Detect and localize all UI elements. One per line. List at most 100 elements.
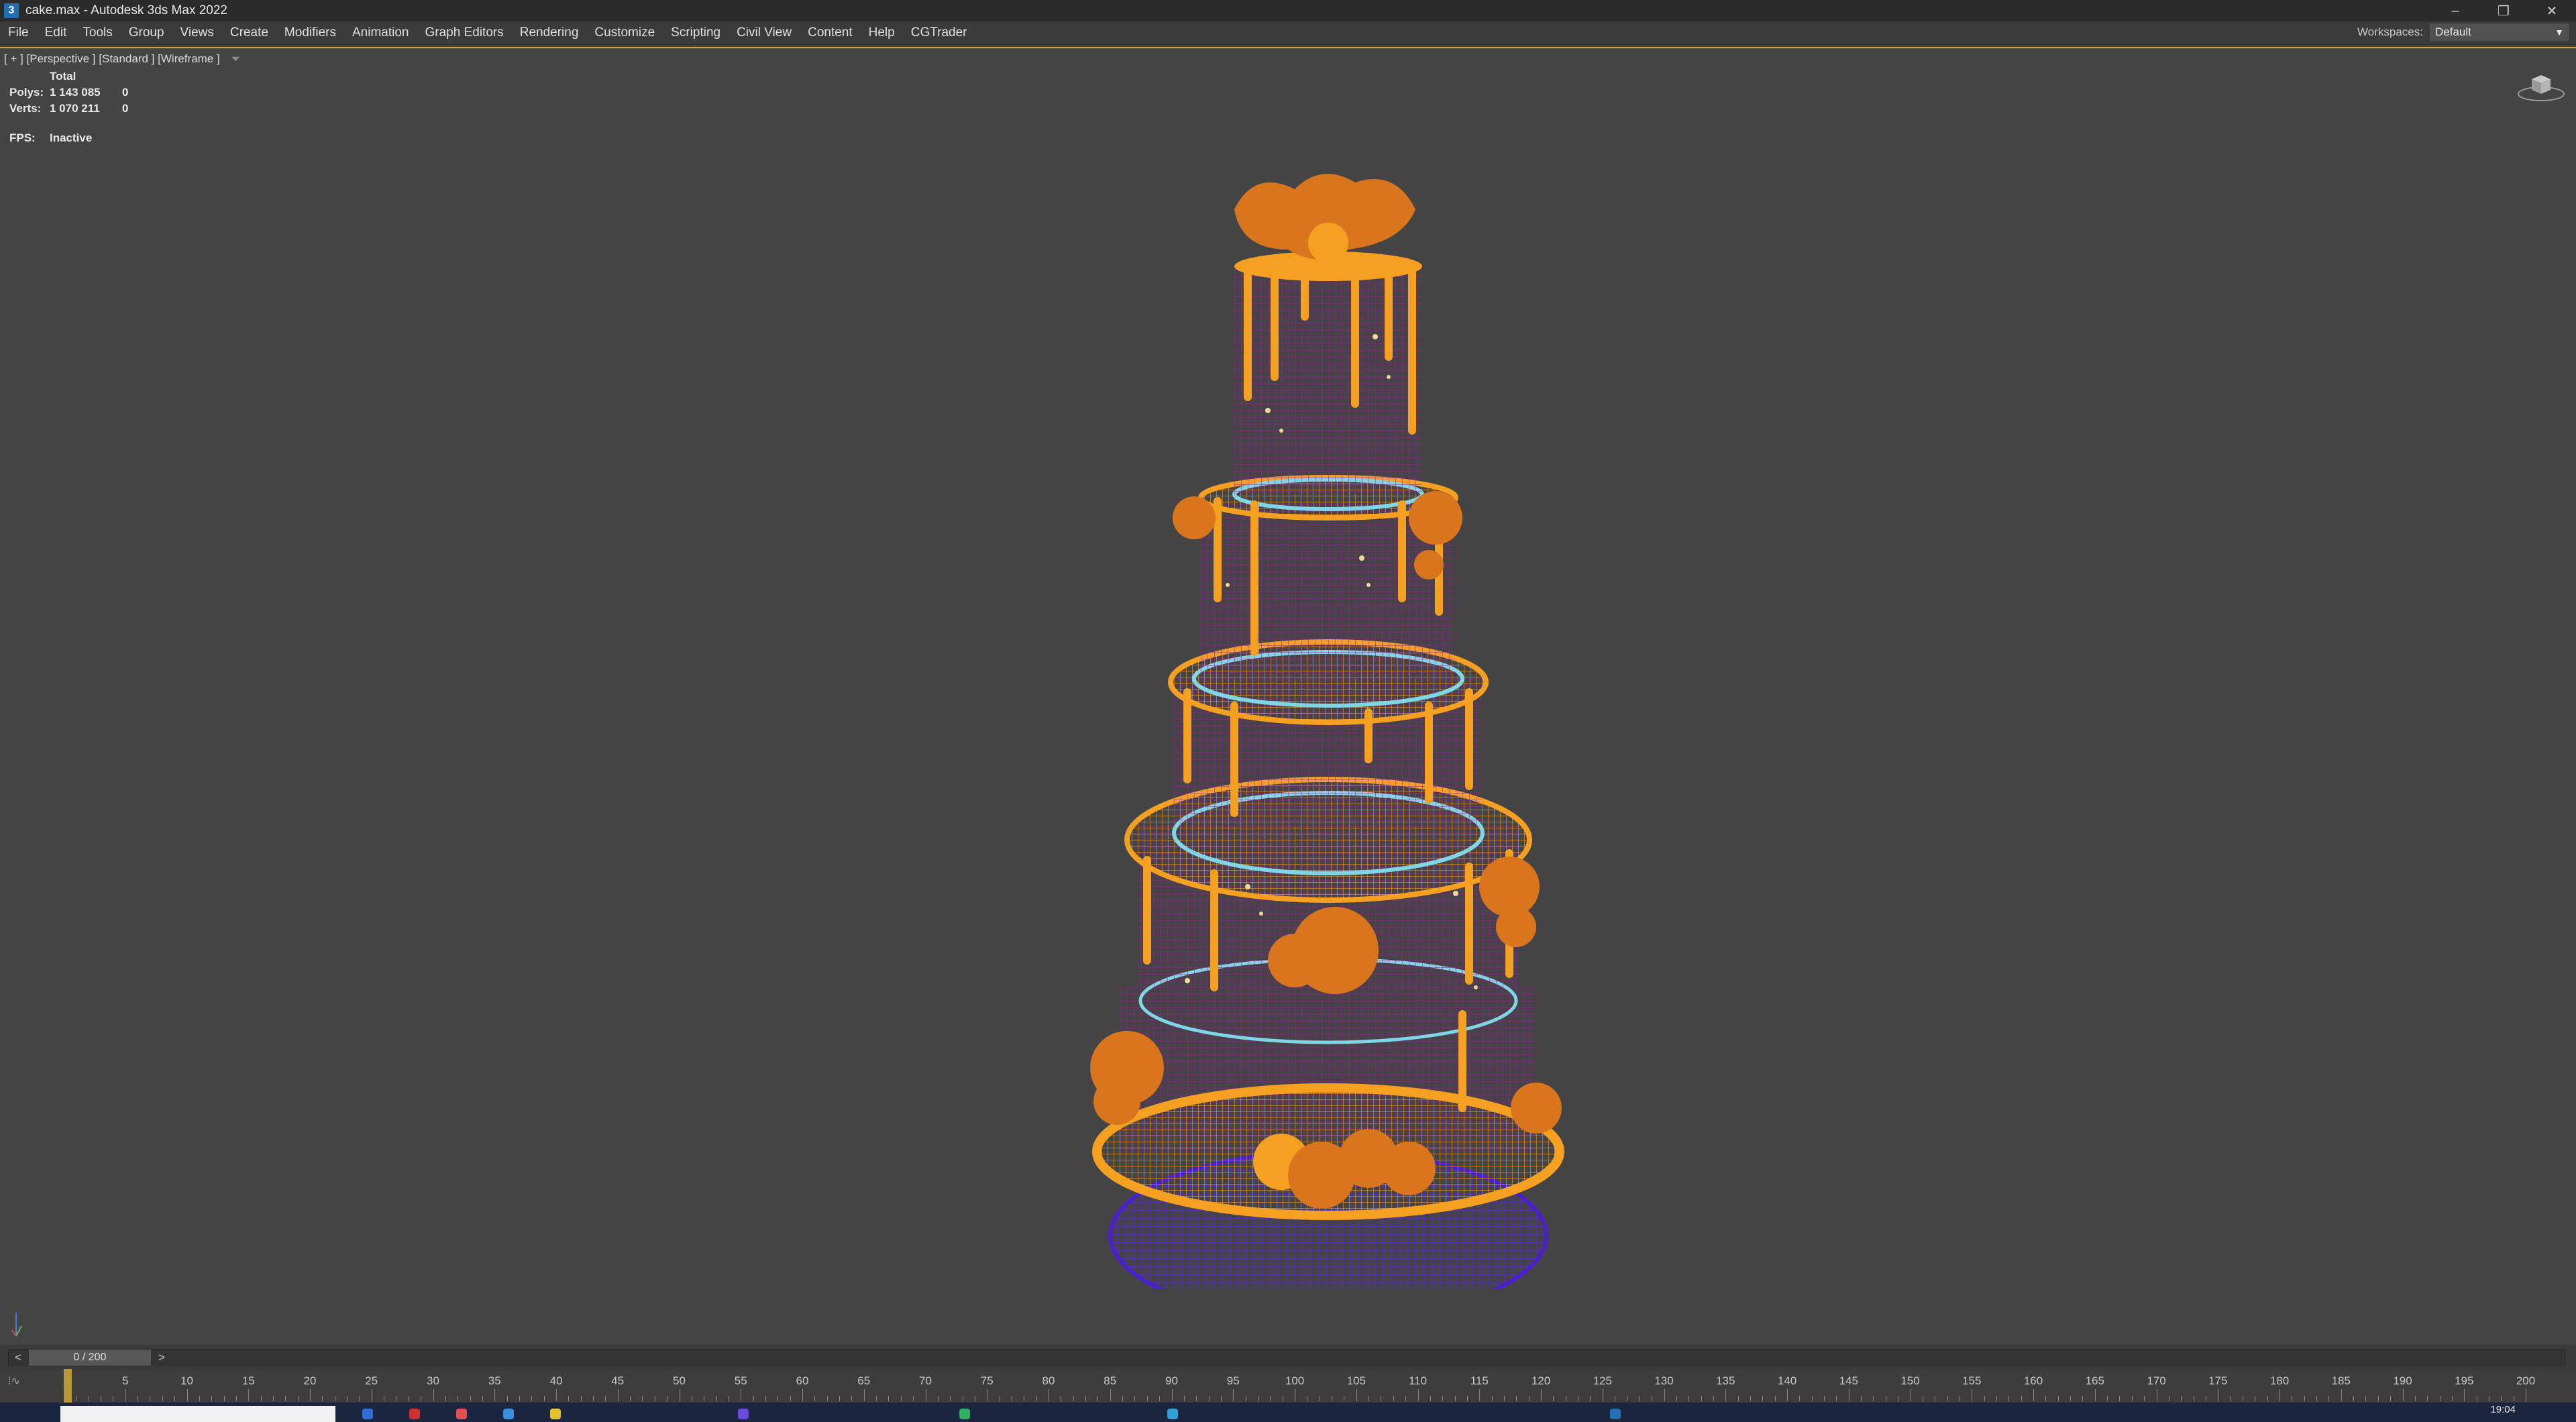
time-slider-track[interactable]: < 0 / 200 > <box>8 1349 2565 1366</box>
menu-scripting[interactable]: Scripting <box>663 21 729 44</box>
verts-label: Verts: <box>9 102 42 115</box>
ruler-tick <box>2008 1396 2010 1401</box>
curve-editor-icon[interactable]: ⁞∿ <box>8 1374 20 1388</box>
menu-edit[interactable]: Edit <box>37 21 75 44</box>
app-icon[interactable] <box>503 1409 514 1419</box>
ruler-tick <box>1516 1396 1517 1401</box>
track-bar[interactable]: ⁞∿ 5 10 15 20 25 30 35 40 45 50 55 60 65 70 75 80 85 90 95… <box>0 1369 2576 1403</box>
ruler-tick <box>1787 1389 1788 1401</box>
ruler-tick <box>2328 1396 2330 1401</box>
ruler-tick <box>235 1396 237 1401</box>
perspective-viewport[interactable]: [ + ] [Perspective ] [Standard ] [Wirefr… <box>0 47 2576 1346</box>
workspaces-dropdown[interactable]: Default ▼ <box>2430 23 2569 41</box>
app-icon[interactable] <box>362 1409 373 1419</box>
menu-civil-view[interactable]: Civil View <box>729 21 800 44</box>
ruler-tick <box>1799 1396 1801 1401</box>
ruler-tick-label: 110 <box>1408 1374 1428 1387</box>
ruler-tick <box>1097 1396 1099 1401</box>
ruler-tick <box>2304 1396 2305 1401</box>
3dsmax-taskbar-icon[interactable] <box>1610 1409 1621 1419</box>
taskbar-search-box[interactable] <box>60 1406 335 1422</box>
ruler-tick-label: 5 <box>122 1374 129 1387</box>
app-icon[interactable] <box>1167 1409 1178 1419</box>
menu-cgtrader[interactable]: CGTrader <box>903 21 975 44</box>
ruler-tick <box>1811 1396 1813 1401</box>
ruler-tick <box>1774 1396 1776 1401</box>
ruler-tick <box>2464 1389 2465 1401</box>
next-frame-button[interactable]: > <box>152 1350 171 1366</box>
app-icon[interactable] <box>550 1409 561 1419</box>
viewport-label[interactable]: [ + ] [Perspective ] [Standard ] [Wirefr… <box>4 52 220 65</box>
ruler-tick <box>790 1396 791 1401</box>
3dsmax-logo-icon: 3 <box>4 3 19 18</box>
ruler-tick <box>297 1396 299 1401</box>
menu-graph-editors[interactable]: Graph Editors <box>417 21 512 44</box>
frame-ruler[interactable]: 5 10 15 20 25 30 35 40 45 50 55 60 65 70 75 80 85 90 95 100… <box>64 1369 2535 1403</box>
windows-taskbar: 19:04 <box>0 1403 2576 1422</box>
workspaces-label: Workspaces: <box>2357 25 2423 38</box>
ruler-tick <box>605 1396 606 1401</box>
ruler-tick <box>1737 1396 1739 1401</box>
ruler-tick-label: 70 <box>919 1374 932 1387</box>
ruler-tick <box>494 1389 496 1401</box>
ruler-tick <box>1541 1389 1542 1401</box>
ruler-tick <box>1984 1396 1985 1401</box>
viewcube-icon[interactable] <box>2516 64 2567 105</box>
menu-customize[interactable]: Customize <box>586 21 663 44</box>
ruler-tick <box>777 1396 779 1401</box>
ruler-tick <box>506 1396 508 1401</box>
menu-group[interactable]: Group <box>121 21 172 44</box>
menu-help[interactable]: Help <box>861 21 903 44</box>
ruler-tick <box>1270 1396 1271 1401</box>
minimize-button[interactable]: – <box>2431 0 2479 21</box>
ruler-tick <box>1590 1396 1591 1401</box>
ruler-tick-label: 90 <box>1165 1374 1178 1387</box>
ruler-tick <box>1713 1396 1714 1401</box>
app-icon[interactable] <box>738 1409 749 1419</box>
previous-frame-button[interactable]: < <box>9 1350 28 1366</box>
viewport-label-menu[interactable]: [ + ] [Perspective ] [Standard ] [Wirefr… <box>4 52 240 66</box>
menu-content[interactable]: Content <box>800 21 861 44</box>
menu-modifiers[interactable]: Modifiers <box>276 21 344 44</box>
ruler-tick <box>519 1396 520 1401</box>
ruler-tick-label: 135 <box>1716 1374 1735 1387</box>
ruler-tick <box>174 1396 176 1401</box>
ruler-tick-label: 160 <box>2023 1374 2043 1387</box>
menu-rendering[interactable]: Rendering <box>512 21 587 44</box>
menu-animation[interactable]: Animation <box>344 21 417 44</box>
ruler-tick-label: 130 <box>1654 1374 1674 1387</box>
ruler-tick <box>876 1396 877 1401</box>
cake-wireframe-model[interactable] <box>1053 115 1590 1289</box>
menu-views[interactable]: Views <box>172 21 222 44</box>
ruler-tick-label: 175 <box>2208 1374 2228 1387</box>
workspaces-value: Default <box>2435 25 2471 38</box>
ruler-tick <box>211 1396 213 1401</box>
ruler-tick-label: 45 <box>611 1374 625 1387</box>
ruler-tick-label: 125 <box>1593 1374 1612 1387</box>
menu-file[interactable]: File <box>0 21 37 44</box>
restore-button[interactable]: ❐ <box>2479 0 2528 21</box>
ruler-tick <box>2341 1389 2342 1401</box>
ruler-tick-label: 35 <box>488 1374 501 1387</box>
ruler-tick <box>2427 1396 2428 1401</box>
ruler-tick <box>310 1389 311 1401</box>
ruler-tick <box>1393 1396 1394 1401</box>
ruler-tick <box>1762 1396 1764 1401</box>
ruler-tick <box>814 1396 816 1401</box>
ruler-tick <box>186 1389 188 1401</box>
polys-label: Polys: <box>9 86 44 99</box>
app-icon[interactable] <box>456 1409 467 1419</box>
app-icon[interactable] <box>409 1409 420 1419</box>
ruler-tick <box>950 1396 951 1401</box>
funnel-icon[interactable]: ⏷ <box>231 52 240 65</box>
ruler-tick <box>913 1396 914 1401</box>
menu-create[interactable]: Create <box>222 21 276 44</box>
ruler-tick-label: 105 <box>1346 1374 1366 1387</box>
menu-tools[interactable]: Tools <box>74 21 120 44</box>
app-icon[interactable] <box>959 1409 970 1419</box>
close-button[interactable]: ✕ <box>2528 0 2576 21</box>
ruler-tick <box>851 1396 853 1401</box>
ruler-tick <box>642 1396 643 1401</box>
time-slider-handle[interactable]: 0 / 200 <box>29 1350 151 1366</box>
current-frame-marker[interactable] <box>64 1369 72 1403</box>
